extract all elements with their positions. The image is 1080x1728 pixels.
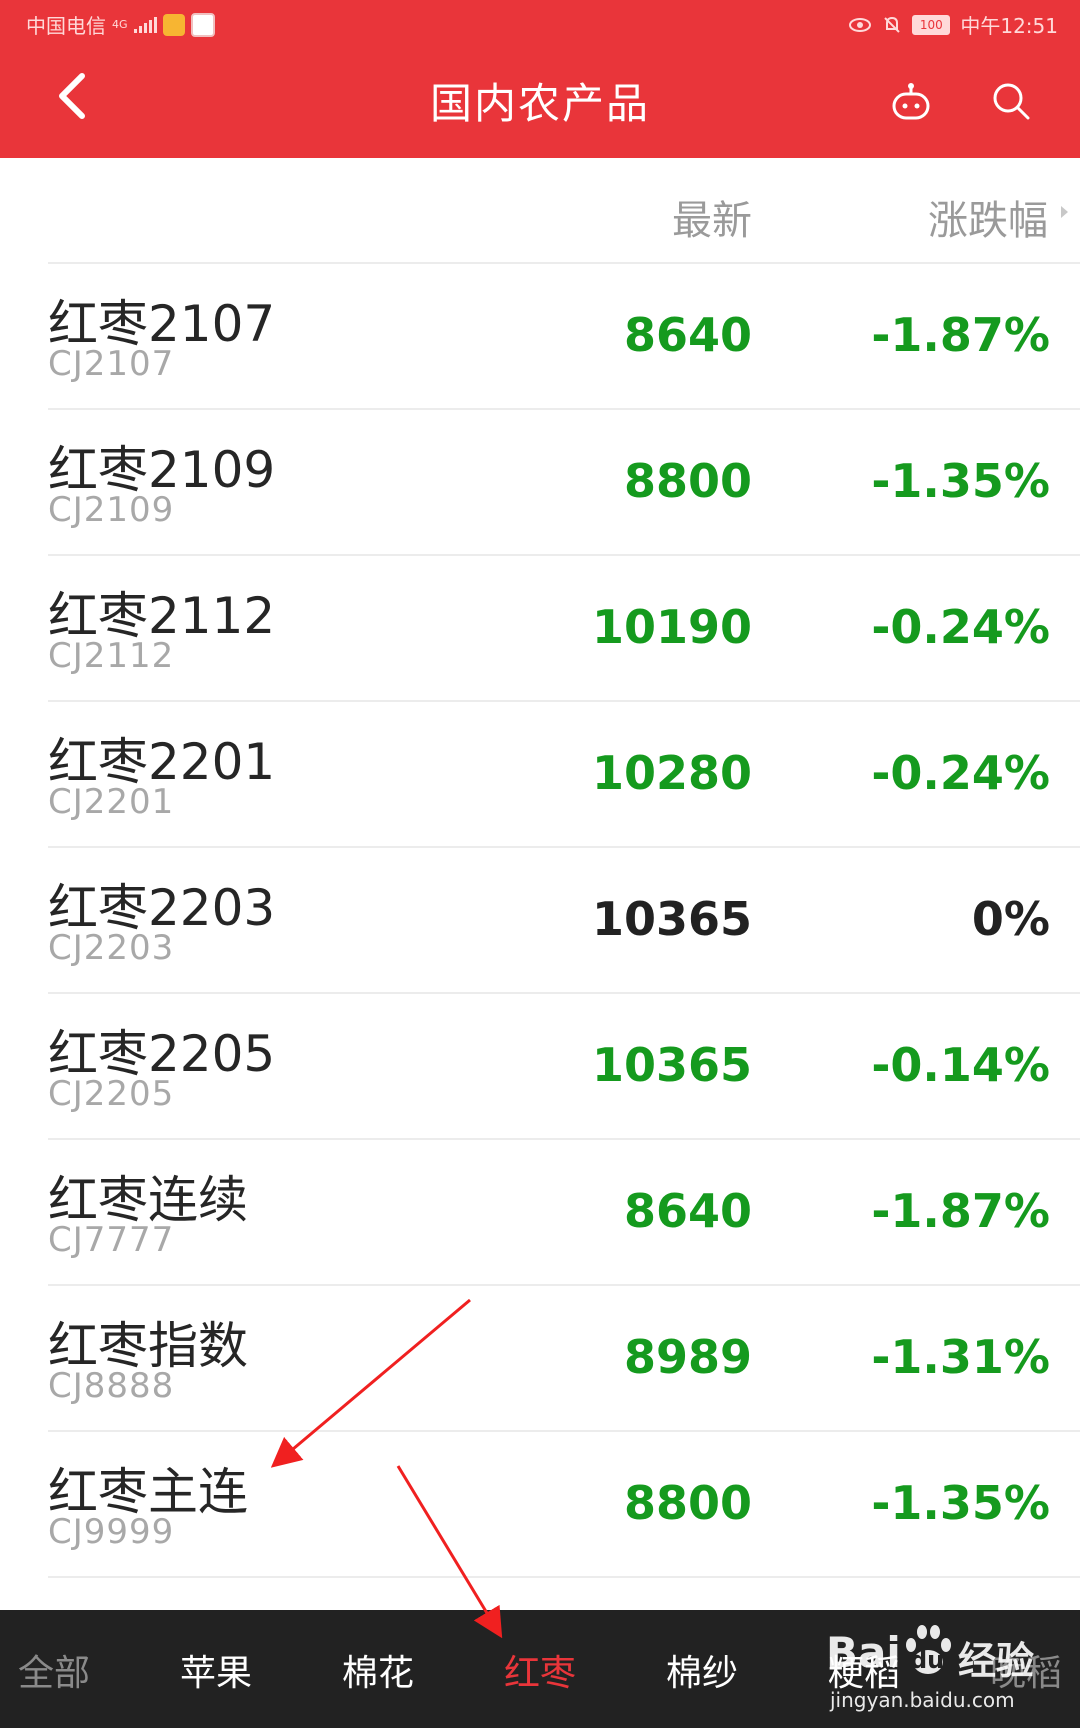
quote-row[interactable]: 红枣连续 CJ7777 8640 -1.87% (0, 1140, 1080, 1286)
change-percent: 0% (971, 892, 1050, 946)
change-percent: -0.24% (871, 600, 1050, 654)
map-app-icon (190, 12, 215, 37)
mute-bell-icon (884, 16, 901, 33)
time-label: 中午12:51 (960, 14, 1058, 38)
quote-row[interactable]: 红枣2112 CJ2112 10190 -0.24% (0, 556, 1080, 702)
robot-assistant-button[interactable] (888, 82, 934, 122)
quote-row[interactable]: 红枣2203 CJ2203 10365 0% (0, 848, 1080, 994)
search-button[interactable] (990, 80, 1032, 122)
quote-row[interactable]: 红枣主连 CJ9999 8800 -1.35% (0, 1432, 1080, 1578)
row-divider-inset (0, 1576, 48, 1578)
status-right: 100 中午12:51 (848, 10, 1058, 39)
change-percent: -1.35% (871, 1476, 1050, 1530)
carrier-label: 中国电信 (26, 14, 106, 38)
latest-price: 8640 (623, 1184, 752, 1238)
screen: 中国电信 4G 100 中午12:51 国内农产品 最新 涨跌幅 红枣2107 … (0, 0, 1080, 1728)
tab-cotton-yarn[interactable]: 棉纱 (666, 1644, 738, 1696)
status-bar: 中国电信 4G 100 中午12:51 (0, 0, 1080, 44)
watermark-brand-suffix: du (910, 1646, 945, 1674)
latest-price: 8989 (623, 1330, 752, 1384)
change-percent: -0.24% (871, 746, 1050, 800)
app-header: 中国电信 4G 100 中午12:51 国内农产品 (0, 0, 1080, 158)
quote-row[interactable]: 红枣2107 CJ2107 8640 -1.87% (0, 264, 1080, 410)
contract-code: CJ2203 (48, 928, 175, 968)
change-percent: -0.14% (871, 1038, 1050, 1092)
quote-row[interactable]: 红枣2205 CJ2205 10365 -0.14% (0, 994, 1080, 1140)
eye-icon (849, 17, 872, 32)
tab-all[interactable]: 全部 (18, 1644, 90, 1696)
robot-icon (892, 83, 930, 120)
latest-price: 8800 (623, 1476, 752, 1530)
tab-red-jujube[interactable]: 红枣 (504, 1644, 576, 1696)
contract-code: CJ2205 (48, 1074, 175, 1114)
latest-price: 8640 (623, 308, 752, 362)
column-latest-price[interactable]: 最新 (672, 188, 752, 246)
contract-code: CJ2107 (48, 344, 175, 384)
latest-price: 8800 (623, 454, 752, 508)
status-left: 中国电信 4G (26, 10, 215, 39)
change-percent: -1.31% (871, 1330, 1050, 1384)
latest-price: 10190 (591, 600, 752, 654)
search-icon (993, 83, 1030, 120)
contract-code: CJ8888 (48, 1366, 175, 1406)
latest-price: 10280 (591, 746, 752, 800)
change-percent: -1.87% (871, 1184, 1050, 1238)
battery-icon: 100 (912, 14, 951, 35)
watermark-cn: 经验 (958, 1639, 1035, 1683)
notification-app-icon (162, 13, 185, 36)
change-percent: -1.87% (871, 308, 1050, 362)
network-label: 4G (112, 18, 128, 31)
latest-price: 10365 (591, 1038, 752, 1092)
column-header: 最新 涨跌幅 (0, 158, 1080, 262)
contract-code: CJ9999 (48, 1512, 175, 1552)
watermark-url: jingyan.baidu.com (830, 1688, 1015, 1712)
quote-row[interactable]: 红枣指数 CJ8888 8989 -1.31% (0, 1286, 1080, 1432)
watermark-brand: Bai (826, 1628, 901, 1677)
tab-apple[interactable]: 苹果 (180, 1644, 252, 1696)
signal-icon (133, 16, 157, 33)
sort-arrow-icon (1061, 206, 1068, 218)
tab-cotton[interactable]: 棉花 (342, 1644, 414, 1696)
contract-code: CJ2109 (48, 490, 175, 530)
quote-row[interactable]: 红枣2201 CJ2201 10280 -0.24% (0, 702, 1080, 848)
change-percent: -1.35% (871, 454, 1050, 508)
baidu-jingyan-watermark: Bai du 经验 jingyan.baidu.com (826, 1620, 1076, 1720)
contract-code: CJ2112 (48, 636, 175, 676)
quote-row[interactable]: 红枣2109 CJ2109 8800 -1.35% (0, 410, 1080, 556)
contract-code: CJ2201 (48, 782, 175, 822)
quote-list: 红枣2107 CJ2107 8640 -1.87% 红枣2109 CJ2109 … (0, 264, 1080, 1578)
latest-price: 10365 (591, 892, 752, 946)
contract-code: CJ7777 (48, 1220, 175, 1260)
column-change-percent[interactable]: 涨跌幅 (928, 188, 1048, 246)
